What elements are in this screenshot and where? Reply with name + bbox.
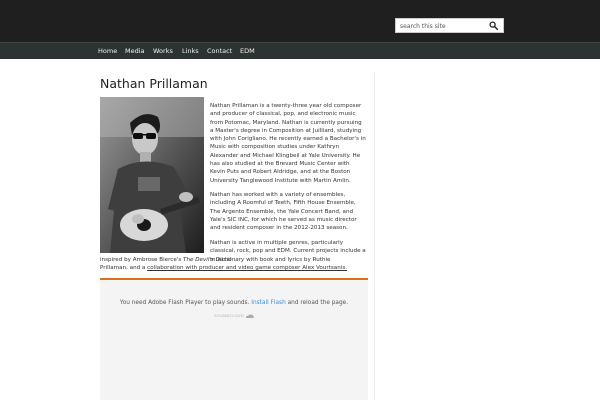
cloud-icon: [245, 314, 254, 318]
work-title: The Devil's Dictionary: [183, 257, 245, 263]
flash-required-message: You need Adobe Flash Player to play soun…: [100, 300, 368, 306]
main-content: Nathan Prillaman Nathan Prillaman is a t…: [89, 72, 375, 400]
nav-item-media[interactable]: Media: [125, 47, 145, 55]
page-title: Nathan Prillaman: [100, 76, 208, 91]
nav-item-links[interactable]: Links: [182, 47, 199, 55]
search-box[interactable]: [395, 18, 504, 33]
bio-paragraph-3-end: inspired by Ambrose Bierce's The Devil's…: [100, 256, 360, 273]
collaboration-link[interactable]: collaboration with producer and video ga…: [147, 265, 347, 271]
bio-text: inspired by Ambrose Bierce's: [100, 257, 184, 263]
bio-paragraph-2: Nathan has worked with a variety of ense…: [210, 192, 357, 232]
flash-message-text: and reload the page.: [285, 300, 349, 306]
search-icon[interactable]: [489, 21, 498, 30]
soundcloud-label: SOUNDCLOUD: [214, 314, 245, 318]
site-header: [0, 0, 600, 42]
search-input[interactable]: [400, 21, 486, 31]
portrait-photo: [100, 97, 204, 253]
soundcloud-player: You need Adobe Flash Player to play soun…: [100, 278, 368, 400]
install-flash-link[interactable]: Install Flash: [251, 300, 285, 306]
bio-paragraph-1: Nathan Prillaman is a twenty-three year …: [210, 103, 366, 184]
flash-message-text: You need Adobe Flash Player to play soun…: [119, 300, 252, 306]
nav-item-works[interactable]: Works: [153, 47, 173, 55]
nav-item-edm[interactable]: EDM: [240, 47, 255, 55]
soundcloud-logo[interactable]: SOUNDCLOUD: [100, 314, 368, 318]
main-nav: Home Media Works Links Contact EDM: [0, 42, 600, 59]
nav-item-contact[interactable]: Contact: [207, 47, 232, 55]
nav-item-home[interactable]: Home: [98, 47, 117, 55]
